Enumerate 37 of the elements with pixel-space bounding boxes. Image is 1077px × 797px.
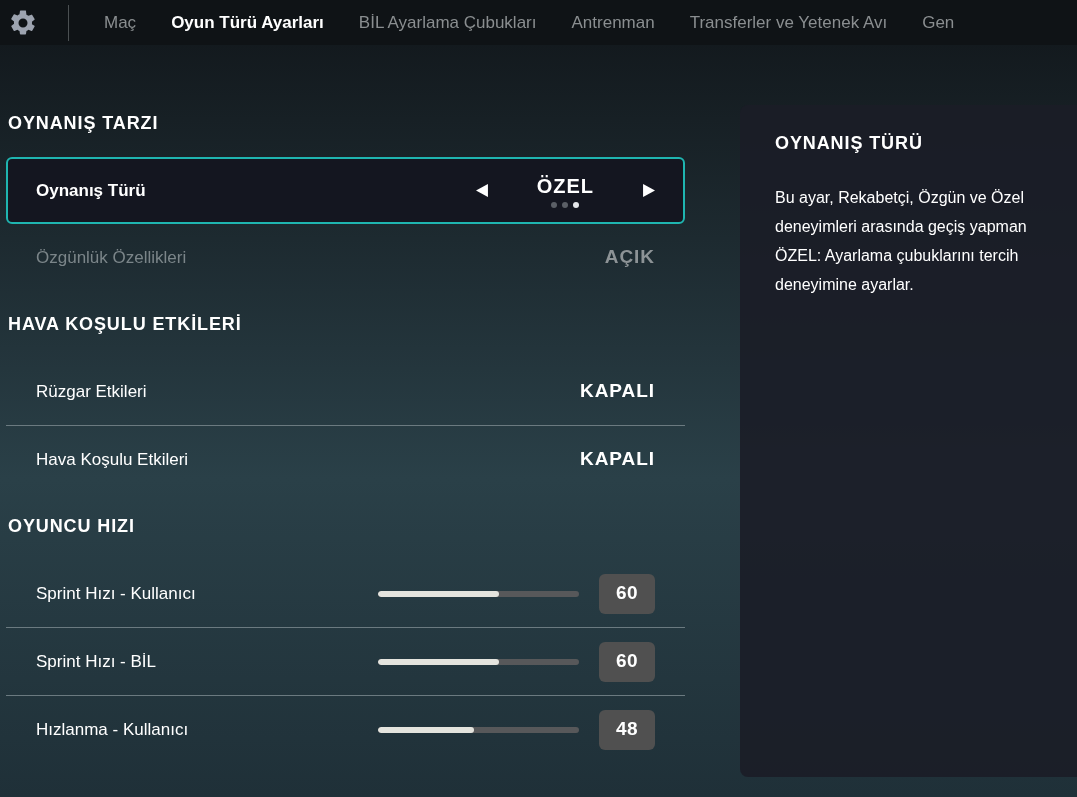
nav-tab[interactable]: Gen (922, 9, 955, 36)
section-heading: HAVA KOŞULU ETKİLERİ (7, 312, 243, 336)
setting-label: Rüzgar Etkileri (36, 380, 147, 403)
setting-label: Hızlanma - Kullanıcı (36, 718, 189, 741)
nav-tab[interactable]: Antrenman (571, 9, 655, 36)
value-badge: 60 (599, 641, 655, 682)
setting-row[interactable]: Rüzgar Etkileri KAPALI (18, 358, 673, 425)
section-heading: OYUNCU HIZI (7, 514, 136, 538)
setting-label: Sprint Hızı - Kullanıcı (36, 582, 196, 605)
panel-title: OYNANIŞ TÜRÜ (775, 132, 924, 155)
setting-value: KAPALI (580, 447, 655, 472)
value-badge: 48 (599, 709, 655, 750)
setting-row[interactable]: Hızlanma - Kullanıcı 48 (18, 696, 673, 763)
setting-row[interactable]: Hava Koşulu Etkileri KAPALI (18, 426, 673, 493)
slider-track[interactable] (378, 726, 579, 733)
panel-description: Bu ayar, Rekabetçi, Özgün ve Özel deneyimleri arasında geçiş yapman ÖZEL: Ayarlama çubuklarını tercih deneyimine ayarlar. (775, 188, 1028, 295)
slider-track[interactable] (378, 658, 579, 665)
setting-value: KAPALI (580, 379, 655, 404)
nav-tab[interactable]: BİL Ayarlama Çubukları (358, 9, 537, 36)
setting-label: Hava Koşulu Etkileri (36, 448, 189, 471)
setting-value: ÖZEL (536, 173, 594, 198)
value-badge: 60 (599, 573, 655, 614)
setting-value: AÇIK (604, 245, 655, 270)
right-arrow-icon[interactable] (642, 184, 655, 197)
nav-tab[interactable]: Maç (104, 9, 137, 36)
nav-tab[interactable]: Oyun Türü Ayarları (171, 9, 324, 36)
nav-tab[interactable]: Transferler ve Yetenek Avı (689, 9, 888, 36)
settings-icon[interactable] (8, 7, 38, 38)
setting-row[interactable]: Oynanış Türü ÖZEL (6, 157, 685, 224)
setting-row[interactable]: Sprint Hızı - Kullanıcı 60 (18, 560, 673, 627)
section-heading: OYNANIŞ TARZI (7, 111, 160, 135)
setting-label: Sprint Hızı - BİL (36, 650, 156, 673)
slider-track[interactable] (378, 590, 579, 597)
setting-row[interactable]: Sprint Hızı - BİL 60 (18, 628, 673, 695)
setting-label: Özgünlük Özellikleri (36, 246, 187, 269)
left-arrow-icon[interactable] (475, 184, 489, 197)
setting-label: Oynanış Türü (36, 179, 146, 202)
